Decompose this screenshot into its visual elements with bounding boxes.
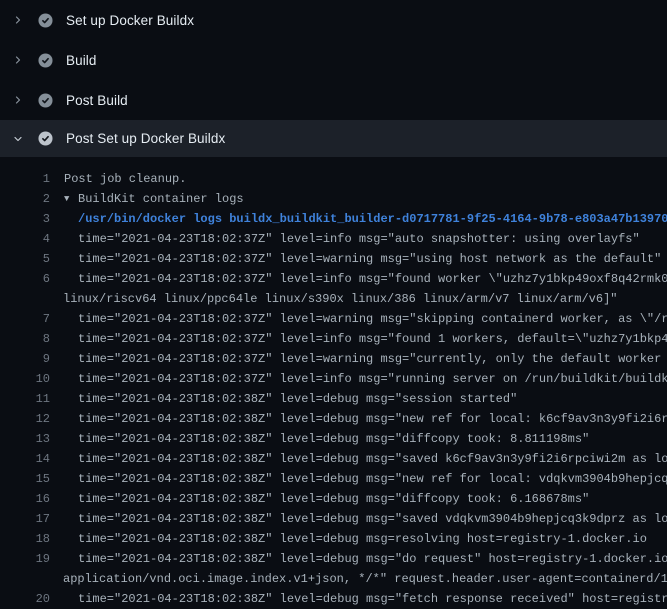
log-row: 7 time="2021-04-23T18:02:37Z" level=warn…: [0, 309, 667, 329]
log-row: 18 time="2021-04-23T18:02:38Z" level=deb…: [0, 529, 667, 549]
log-row: 19 time="2021-04-23T18:02:38Z" level=deb…: [0, 549, 667, 569]
log-area: 1 Post job cleanup. 2 ▼ BuildKit contain…: [0, 160, 667, 609]
log-text: time="2021-04-23T18:02:38Z" level=debug …: [78, 449, 667, 469]
chevron-down-icon[interactable]: [11, 132, 24, 145]
log-text: time="2021-04-23T18:02:38Z" level=debug …: [78, 589, 667, 609]
log-row: 11 time="2021-04-23T18:02:38Z" level=deb…: [0, 389, 667, 409]
line-number[interactable]: 5: [0, 249, 50, 269]
chevron-right-icon[interactable]: [11, 14, 24, 27]
log-text: time="2021-04-23T18:02:37Z" level=warnin…: [78, 249, 667, 269]
line-number[interactable]: 10: [0, 369, 50, 389]
group-collapse-icon[interactable]: ▼: [64, 189, 78, 209]
log-text: time="2021-04-23T18:02:38Z" level=debug …: [78, 469, 667, 489]
line-number[interactable]: 12: [0, 409, 50, 429]
line-number[interactable]: 11: [0, 389, 50, 409]
check-circle-icon: [38, 13, 53, 28]
line-number[interactable]: 14: [0, 449, 50, 469]
log-text: /usr/bin/docker logs buildx_buildkit_bui…: [78, 209, 667, 229]
log-text: time="2021-04-23T18:02:37Z" level=warnin…: [78, 349, 667, 369]
log-text: time="2021-04-23T18:02:38Z" level=debug …: [78, 489, 667, 509]
line-number[interactable]: [0, 289, 50, 309]
step-label: Post Build: [66, 93, 128, 108]
log-row: application/vnd.oci.image.index.v1+json,…: [0, 569, 667, 589]
line-number[interactable]: 3: [0, 209, 50, 229]
line-number[interactable]: 9: [0, 349, 50, 369]
log-row: 12 time="2021-04-23T18:02:38Z" level=deb…: [0, 409, 667, 429]
step-label: Set up Docker Buildx: [66, 13, 194, 28]
step-label: Post Set up Docker Buildx: [66, 131, 225, 146]
line-number[interactable]: 6: [0, 269, 50, 289]
log-row: 4 time="2021-04-23T18:02:37Z" level=info…: [0, 229, 667, 249]
log-text: time="2021-04-23T18:02:37Z" level=info m…: [78, 269, 667, 289]
line-number[interactable]: 13: [0, 429, 50, 449]
line-number[interactable]: 16: [0, 489, 50, 509]
step-row[interactable]: Post Set up Docker Buildx: [0, 120, 667, 157]
log-text: time="2021-04-23T18:02:38Z" level=debug …: [78, 509, 667, 529]
log-text: BuildKit container logs: [78, 189, 667, 209]
log-row: 17 time="2021-04-23T18:02:38Z" level=deb…: [0, 509, 667, 529]
log-row: 1 Post job cleanup.: [0, 169, 667, 189]
step-row[interactable]: Post Build: [0, 80, 667, 120]
log-row: 8 time="2021-04-23T18:02:37Z" level=info…: [0, 329, 667, 349]
log-text: linux/riscv64 linux/ppc64le linux/s390x …: [63, 289, 667, 309]
log-row: 14 time="2021-04-23T18:02:38Z" level=deb…: [0, 449, 667, 469]
line-number[interactable]: 17: [0, 509, 50, 529]
log-row: 6 time="2021-04-23T18:02:37Z" level=info…: [0, 269, 667, 289]
step-label: Build: [66, 53, 97, 68]
log-row: 5 time="2021-04-23T18:02:37Z" level=warn…: [0, 249, 667, 269]
chevron-right-icon[interactable]: [11, 94, 24, 107]
step-row[interactable]: Build: [0, 40, 667, 80]
line-number[interactable]: 8: [0, 329, 50, 349]
line-number[interactable]: 1: [0, 169, 50, 189]
log-row: linux/riscv64 linux/ppc64le linux/s390x …: [0, 289, 667, 309]
log-row: 10 time="2021-04-23T18:02:37Z" level=inf…: [0, 369, 667, 389]
log-text: time="2021-04-23T18:02:38Z" level=debug …: [78, 529, 667, 549]
line-number[interactable]: 20: [0, 589, 50, 609]
log-row: 15 time="2021-04-23T18:02:38Z" level=deb…: [0, 469, 667, 489]
line-number[interactable]: 18: [0, 529, 50, 549]
check-circle-icon: [38, 131, 53, 146]
chevron-right-icon[interactable]: [11, 54, 24, 67]
log-text: Post job cleanup.: [64, 169, 667, 189]
log-text: time="2021-04-23T18:02:37Z" level=info m…: [78, 229, 667, 249]
line-number[interactable]: 19: [0, 549, 50, 569]
check-circle-icon: [38, 53, 53, 68]
log-text: time="2021-04-23T18:02:37Z" level=info m…: [78, 369, 667, 389]
step-row[interactable]: Set up Docker Buildx: [0, 0, 667, 40]
log-text: time="2021-04-23T18:02:38Z" level=debug …: [78, 389, 667, 409]
line-number[interactable]: 7: [0, 309, 50, 329]
steps-list: Set up Docker Buildx Build Post Bu: [0, 0, 667, 157]
log-row: 9 time="2021-04-23T18:02:37Z" level=warn…: [0, 349, 667, 369]
line-number[interactable]: 4: [0, 229, 50, 249]
log-text: time="2021-04-23T18:02:38Z" level=debug …: [78, 549, 667, 569]
line-number[interactable]: 15: [0, 469, 50, 489]
check-circle-icon: [38, 93, 53, 108]
log-text: time="2021-04-23T18:02:38Z" level=debug …: [78, 409, 667, 429]
log-text: time="2021-04-23T18:02:37Z" level=warnin…: [78, 309, 667, 329]
log-group-row[interactable]: 2 ▼ BuildKit container logs: [0, 189, 667, 209]
line-number[interactable]: [0, 569, 50, 589]
log-text: application/vnd.oci.image.index.v1+json,…: [63, 569, 667, 589]
log-row: 16 time="2021-04-23T18:02:38Z" level=deb…: [0, 489, 667, 509]
line-number[interactable]: 2: [0, 189, 50, 209]
log-row: 3 /usr/bin/docker logs buildx_buildkit_b…: [0, 209, 667, 229]
log-row: 20 time="2021-04-23T18:02:38Z" level=deb…: [0, 589, 667, 609]
log-text: time="2021-04-23T18:02:38Z" level=debug …: [78, 429, 667, 449]
log-text: time="2021-04-23T18:02:37Z" level=info m…: [78, 329, 667, 349]
log-row: 13 time="2021-04-23T18:02:38Z" level=deb…: [0, 429, 667, 449]
